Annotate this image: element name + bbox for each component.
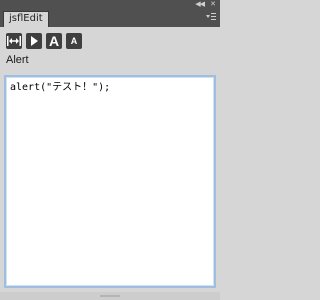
expand-width-button[interactable] — [6, 33, 22, 49]
menu-line-icon — [211, 19, 216, 20]
decrease-font-button[interactable]: A — [66, 33, 82, 49]
double-chevron-left-icon[interactable]: ◀◀ — [195, 0, 205, 9]
panel-menu-icon[interactable] — [206, 13, 216, 22]
close-icon[interactable]: ✕ — [210, 0, 216, 9]
run-button[interactable] — [26, 33, 42, 49]
panel-titlebar[interactable]: ◀◀ ✕ — [0, 0, 220, 9]
resize-grip-icon[interactable] — [100, 295, 120, 297]
increase-font-button[interactable]: A — [46, 33, 62, 49]
jsfledit-panel: ◀◀ ✕ jsflEdit A A Alert — [0, 0, 220, 300]
double-arrow-horizontal-icon — [7, 36, 21, 46]
menu-line-icon — [211, 13, 216, 14]
menu-arrow-icon — [206, 15, 210, 18]
tab-jsfledit[interactable]: jsflEdit — [3, 11, 49, 27]
resize-bar[interactable] — [0, 292, 220, 300]
tab-row: jsflEdit — [0, 9, 220, 27]
code-editor[interactable] — [4, 75, 216, 288]
play-icon — [31, 36, 38, 46]
script-name-label: Alert — [6, 54, 29, 66]
menu-line-icon — [211, 16, 216, 17]
